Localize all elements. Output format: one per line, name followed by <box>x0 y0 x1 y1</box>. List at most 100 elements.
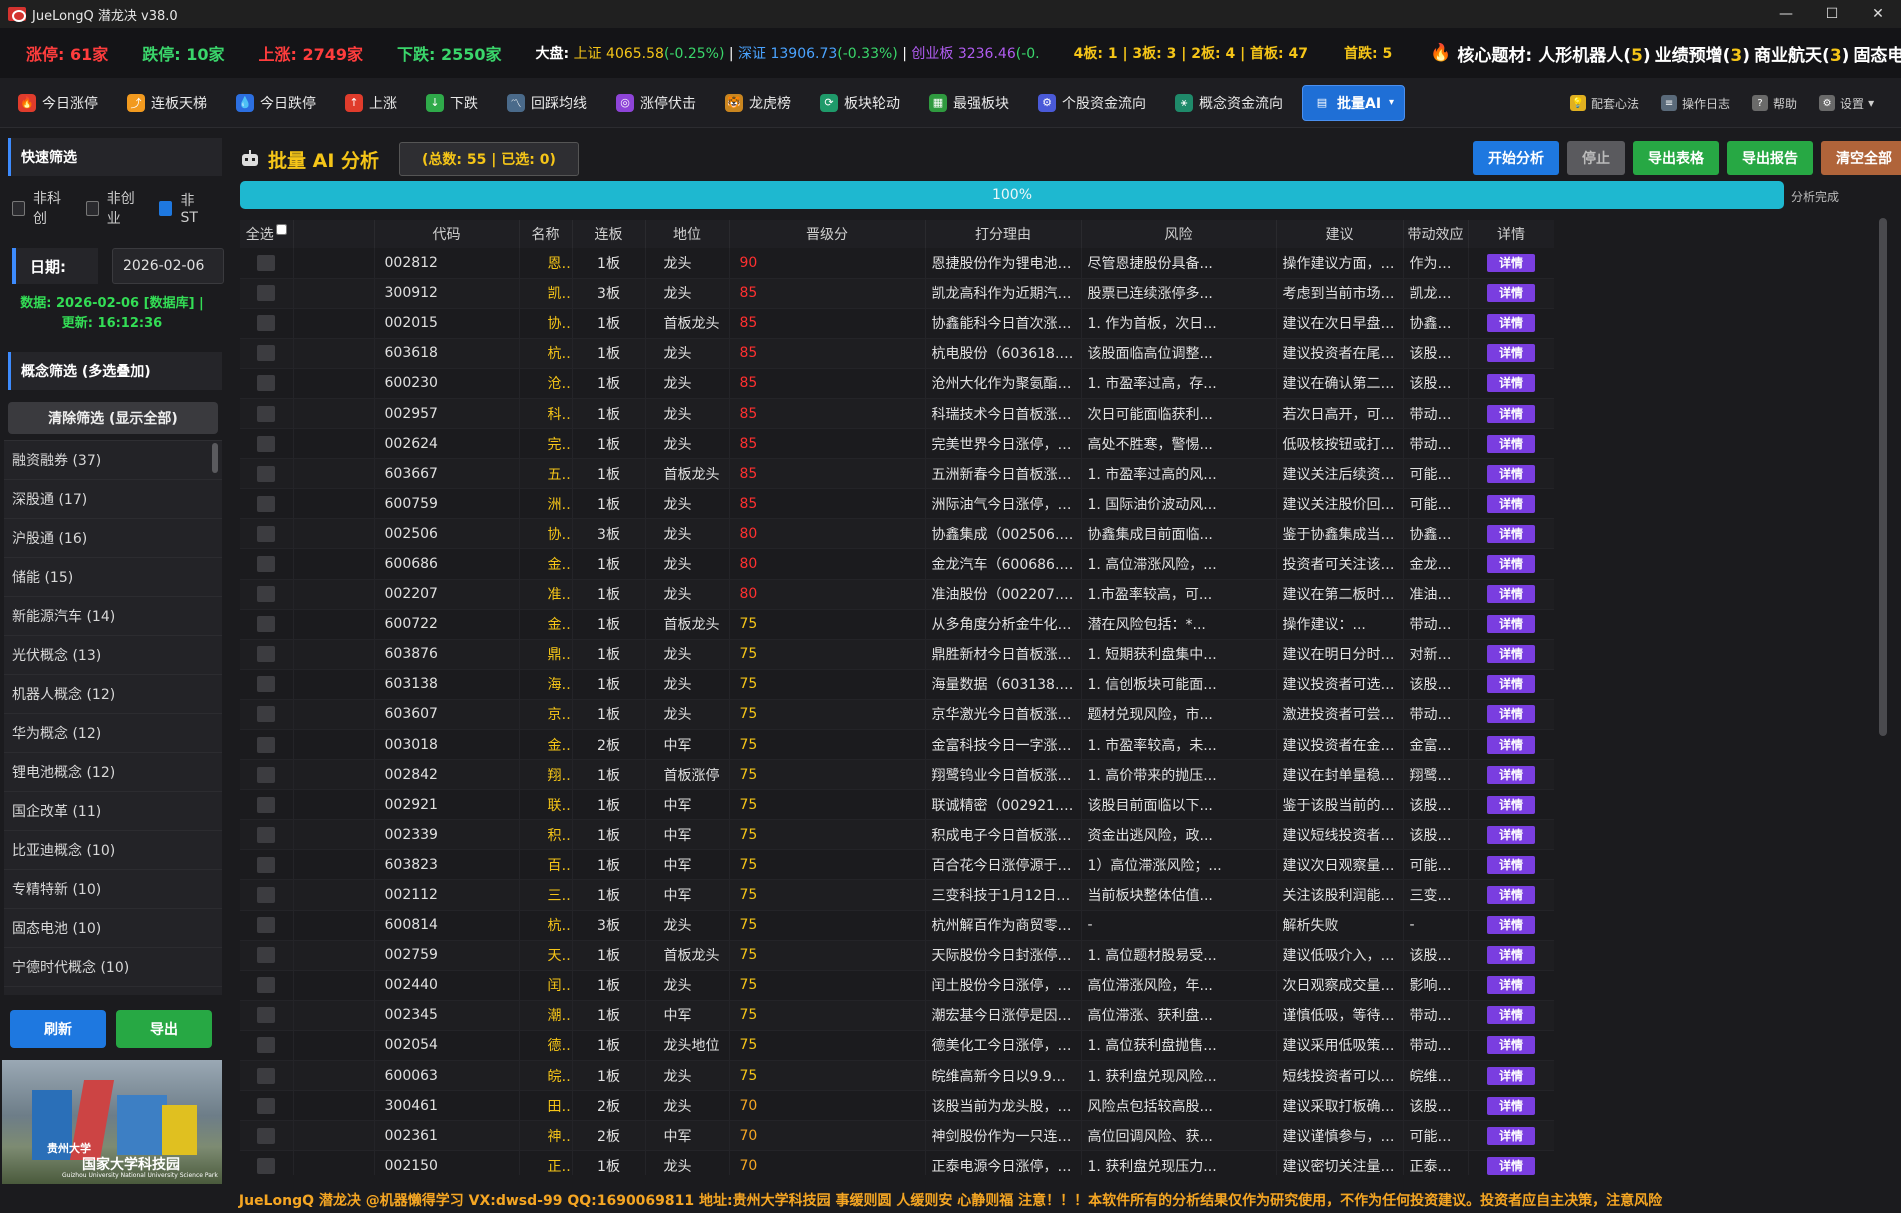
toolbar-arrow-down-button[interactable]: ↓ 下跌 <box>416 85 488 121</box>
toolbar-ai-button[interactable]: ▤ 批量AI ▾ <box>1302 84 1406 121</box>
detail-button[interactable]: 详情 <box>1487 494 1535 513</box>
row-checkbox-cell[interactable] <box>240 308 294 339</box>
concept-item[interactable]: 国企改革 (11) <box>4 792 222 831</box>
row-checkbox[interactable] <box>257 856 276 873</box>
refresh-button[interactable]: 刷新 <box>10 1010 106 1048</box>
concept-item[interactable]: 专精特新 (10) <box>4 870 222 909</box>
row-checkbox-cell[interactable] <box>240 1060 294 1092</box>
toolbar-ladder-button[interactable]: ⤴ 连板天梯 <box>117 85 217 121</box>
chevron-down-icon[interactable]: ▾ <box>1389 97 1394 108</box>
detail-button[interactable]: 详情 <box>1487 253 1535 272</box>
detail-button[interactable]: 详情 <box>1487 464 1535 483</box>
row-checkbox-cell[interactable] <box>240 849 294 881</box>
toolbar-network-button[interactable]: ⚹ 概念资金流向 <box>1165 85 1293 121</box>
filter-checkbox[interactable] <box>12 200 26 216</box>
concept-item[interactable]: 机器人概念 (12) <box>4 675 222 714</box>
toolbar-tiger-button[interactable]: 🐯 龙虎榜 <box>715 85 801 121</box>
date-input[interactable]: 2026-02-06 <box>112 248 224 284</box>
row-checkbox-cell[interactable] <box>240 368 294 399</box>
toolbar-rotate-button[interactable]: ⟳ 板块轮动 <box>810 85 910 121</box>
row-checkbox-cell[interactable] <box>240 518 294 550</box>
concept-item[interactable]: 光伏概念 (13) <box>4 636 222 675</box>
row-checkbox-cell[interactable] <box>240 759 294 791</box>
row-checkbox[interactable] <box>257 435 276 452</box>
toolbar-target-button[interactable]: ◎ 涨停伏击 <box>606 85 706 121</box>
row-checkbox[interactable] <box>257 555 276 572</box>
row-checkbox-cell[interactable] <box>240 1150 294 1175</box>
detail-button[interactable]: 详情 <box>1487 886 1535 905</box>
concept-item[interactable]: 比亚迪概念 (10) <box>4 831 222 870</box>
row-checkbox[interactable] <box>257 254 276 271</box>
row-checkbox-cell[interactable] <box>240 639 294 670</box>
detail-button[interactable]: 详情 <box>1487 615 1535 634</box>
toolbar-bulb-link[interactable]: 💡 配套心法 <box>1570 95 1639 112</box>
row-checkbox-cell[interactable] <box>240 548 294 580</box>
row-checkbox[interactable] <box>257 405 276 422</box>
row-checkbox[interactable] <box>257 1127 276 1144</box>
detail-button[interactable]: 详情 <box>1487 554 1535 573</box>
close-button[interactable]: ✕ <box>1855 0 1901 28</box>
row-checkbox-cell[interactable] <box>240 669 294 700</box>
row-checkbox-cell[interactable] <box>240 1120 294 1152</box>
export-button[interactable]: 导出 <box>116 1010 212 1048</box>
concept-item[interactable]: 沪股通 (16) <box>4 519 222 558</box>
filter-2[interactable]: 非ST <box>159 190 207 226</box>
detail-button[interactable]: 详情 <box>1487 314 1535 333</box>
action-button-3[interactable]: 导出报告 <box>1727 141 1813 175</box>
toolbar-arrow-up-button[interactable]: ↑ 上涨 <box>335 85 407 121</box>
row-checkbox[interactable] <box>257 977 276 994</box>
row-checkbox-cell[interactable] <box>240 1000 294 1031</box>
maximize-button[interactable]: ☐ <box>1809 0 1855 28</box>
detail-button[interactable]: 详情 <box>1487 795 1535 814</box>
row-checkbox[interactable] <box>257 796 276 813</box>
row-checkbox-cell[interactable] <box>240 729 294 761</box>
row-checkbox[interactable] <box>257 525 276 542</box>
minimize-button[interactable]: — <box>1763 0 1809 28</box>
detail-button[interactable]: 详情 <box>1487 1006 1535 1025</box>
row-checkbox-cell[interactable] <box>240 248 294 279</box>
row-checkbox[interactable] <box>257 1097 276 1114</box>
detail-button[interactable]: 详情 <box>1487 1126 1535 1145</box>
detail-button[interactable]: 详情 <box>1487 765 1535 784</box>
row-checkbox-cell[interactable] <box>240 428 294 460</box>
row-checkbox[interactable] <box>257 285 276 302</box>
detail-button[interactable]: 详情 <box>1487 404 1535 423</box>
detail-button[interactable]: 详情 <box>1487 1036 1535 1055</box>
row-checkbox[interactable] <box>257 706 276 723</box>
concept-item[interactable]: 储能 (15) <box>4 558 222 597</box>
concept-list-scrollbar[interactable] <box>212 443 218 473</box>
concept-list[interactable]: 融资融券 (37) 深股通 (17) 沪股通 (16) 储能 (15) 新能源汽车 (1… <box>4 440 222 995</box>
row-checkbox-cell[interactable] <box>240 1090 294 1122</box>
row-checkbox-cell[interactable] <box>240 458 294 490</box>
concept-item[interactable]: 华为概念 (12) <box>4 714 222 753</box>
row-checkbox[interactable] <box>257 676 276 693</box>
row-checkbox-cell[interactable] <box>240 789 294 821</box>
detail-button[interactable]: 详情 <box>1487 645 1535 664</box>
detail-button[interactable]: 详情 <box>1487 344 1535 363</box>
detail-button[interactable]: 详情 <box>1487 585 1535 604</box>
select-all-checkbox[interactable] <box>275 224 287 235</box>
detail-button[interactable]: 详情 <box>1487 1066 1535 1085</box>
detail-button[interactable]: 详情 <box>1487 946 1535 965</box>
row-checkbox[interactable] <box>257 375 276 392</box>
row-checkbox-cell[interactable] <box>240 970 294 1001</box>
row-checkbox-cell[interactable] <box>240 579 294 610</box>
detail-button[interactable]: 详情 <box>1487 705 1535 724</box>
toolbar-gear-link[interactable]: ⚙ 设置 ▾ <box>1819 95 1874 112</box>
detail-button[interactable]: 详情 <box>1487 1096 1535 1115</box>
row-checkbox-cell[interactable] <box>240 819 294 851</box>
detail-button[interactable]: 详情 <box>1487 374 1535 393</box>
row-checkbox[interactable] <box>257 826 276 843</box>
row-checkbox[interactable] <box>257 736 276 753</box>
toolbar-help-link[interactable]: ? 帮助 <box>1752 95 1797 112</box>
row-checkbox-cell[interactable] <box>240 398 294 430</box>
row-checkbox[interactable] <box>257 766 276 783</box>
filter-0[interactable]: 非科创 <box>12 188 69 228</box>
row-checkbox[interactable] <box>257 1067 276 1084</box>
row-checkbox[interactable] <box>257 495 276 512</box>
row-checkbox-cell[interactable] <box>240 699 294 731</box>
detail-button[interactable]: 详情 <box>1487 1156 1535 1175</box>
row-checkbox-cell[interactable] <box>240 278 294 309</box>
detail-button[interactable]: 详情 <box>1487 524 1535 543</box>
concept-item[interactable]: 锂电池概念 (12) <box>4 753 222 792</box>
